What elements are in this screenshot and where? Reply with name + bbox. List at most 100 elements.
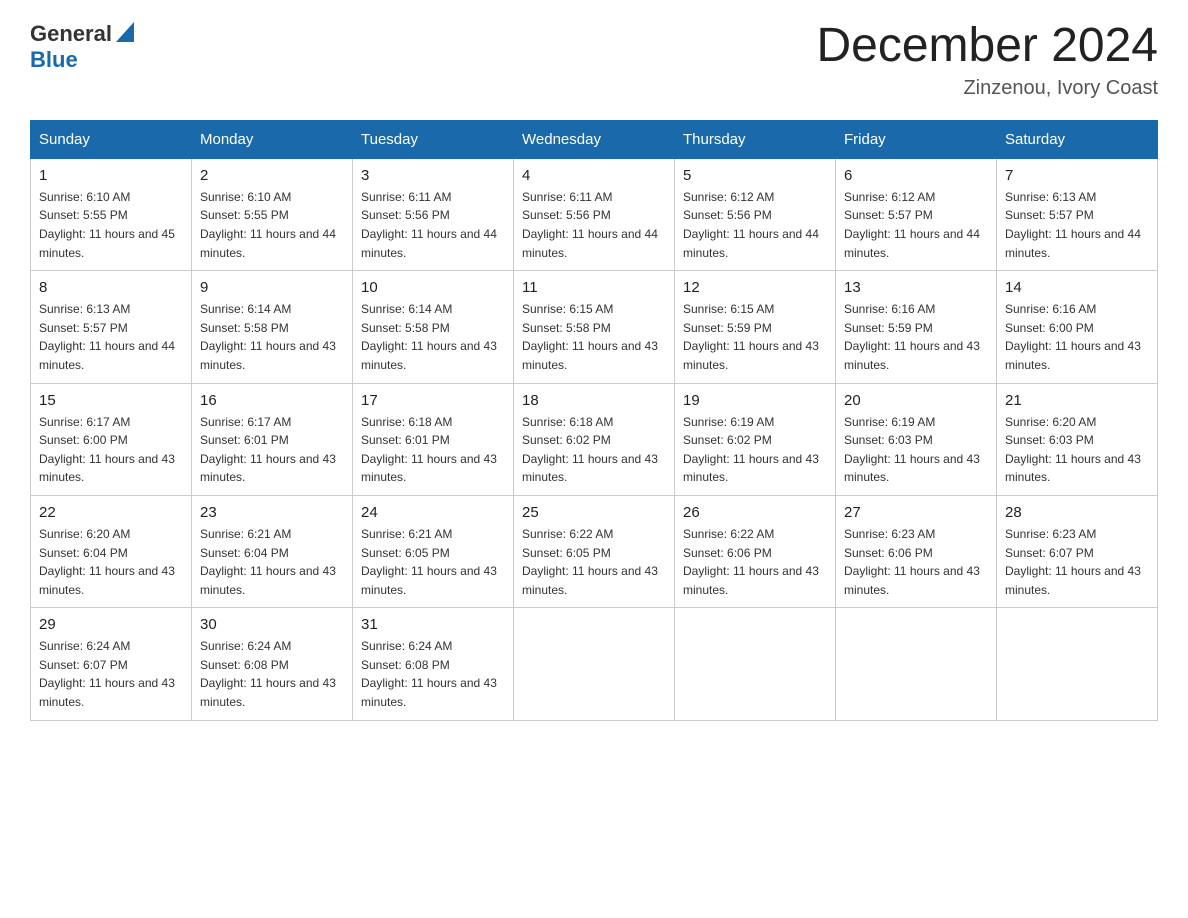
day-info: Sunrise: 6:23 AMSunset: 6:07 PMDaylight:…: [1005, 527, 1141, 597]
calendar-cell: 9 Sunrise: 6:14 AMSunset: 5:58 PMDayligh…: [192, 271, 353, 383]
day-info: Sunrise: 6:18 AMSunset: 6:02 PMDaylight:…: [522, 415, 658, 485]
day-info: Sunrise: 6:23 AMSunset: 6:06 PMDaylight:…: [844, 527, 980, 597]
day-info: Sunrise: 6:13 AMSunset: 5:57 PMDaylight:…: [1005, 190, 1141, 260]
day-info: Sunrise: 6:16 AMSunset: 6:00 PMDaylight:…: [1005, 302, 1141, 372]
calendar-cell: 6 Sunrise: 6:12 AMSunset: 5:57 PMDayligh…: [836, 158, 997, 270]
calendar-cell: 10 Sunrise: 6:14 AMSunset: 5:58 PMDaylig…: [353, 271, 514, 383]
day-number: 17: [361, 392, 505, 409]
day-info: Sunrise: 6:11 AMSunset: 5:56 PMDaylight:…: [361, 190, 497, 260]
day-info: Sunrise: 6:12 AMSunset: 5:57 PMDaylight:…: [844, 190, 980, 260]
calendar-cell: 18 Sunrise: 6:18 AMSunset: 6:02 PMDaylig…: [514, 383, 675, 495]
day-info: Sunrise: 6:14 AMSunset: 5:58 PMDaylight:…: [200, 302, 336, 372]
logo-blue-text: Blue: [30, 47, 78, 72]
calendar-cell: 1 Sunrise: 6:10 AMSunset: 5:55 PMDayligh…: [31, 158, 192, 270]
day-number: 3: [361, 167, 505, 184]
day-info: Sunrise: 6:20 AMSunset: 6:03 PMDaylight:…: [1005, 415, 1141, 485]
day-info: Sunrise: 6:24 AMSunset: 6:07 PMDaylight:…: [39, 639, 175, 709]
day-info: Sunrise: 6:10 AMSunset: 5:55 PMDaylight:…: [200, 190, 336, 260]
calendar-week-row: 8 Sunrise: 6:13 AMSunset: 5:57 PMDayligh…: [31, 271, 1158, 383]
day-info: Sunrise: 6:11 AMSunset: 5:56 PMDaylight:…: [522, 190, 658, 260]
day-number: 14: [1005, 279, 1149, 296]
location-text: Zinzenou, Ivory Coast: [816, 77, 1158, 100]
day-number: 6: [844, 167, 988, 184]
calendar-cell: 8 Sunrise: 6:13 AMSunset: 5:57 PMDayligh…: [31, 271, 192, 383]
day-info: Sunrise: 6:14 AMSunset: 5:58 PMDaylight:…: [361, 302, 497, 372]
day-number: 16: [200, 392, 344, 409]
day-number: 7: [1005, 167, 1149, 184]
calendar-cell: 11 Sunrise: 6:15 AMSunset: 5:58 PMDaylig…: [514, 271, 675, 383]
calendar-cell: 13 Sunrise: 6:16 AMSunset: 5:59 PMDaylig…: [836, 271, 997, 383]
day-number: 27: [844, 504, 988, 521]
day-number: 23: [200, 504, 344, 521]
calendar-cell: 29 Sunrise: 6:24 AMSunset: 6:07 PMDaylig…: [31, 608, 192, 720]
day-info: Sunrise: 6:17 AMSunset: 6:01 PMDaylight:…: [200, 415, 336, 485]
calendar-cell: 12 Sunrise: 6:15 AMSunset: 5:59 PMDaylig…: [675, 271, 836, 383]
day-info: Sunrise: 6:19 AMSunset: 6:03 PMDaylight:…: [844, 415, 980, 485]
day-info: Sunrise: 6:15 AMSunset: 5:59 PMDaylight:…: [683, 302, 819, 372]
calendar-cell: 28 Sunrise: 6:23 AMSunset: 6:07 PMDaylig…: [997, 495, 1158, 607]
calendar-cell: 3 Sunrise: 6:11 AMSunset: 5:56 PMDayligh…: [353, 158, 514, 270]
day-info: Sunrise: 6:15 AMSunset: 5:58 PMDaylight:…: [522, 302, 658, 372]
calendar-cell: 24 Sunrise: 6:21 AMSunset: 6:05 PMDaylig…: [353, 495, 514, 607]
day-number: 26: [683, 504, 827, 521]
logo: General Blue: [30, 20, 134, 73]
calendar-cell: 19 Sunrise: 6:19 AMSunset: 6:02 PMDaylig…: [675, 383, 836, 495]
day-number: 29: [39, 616, 183, 633]
day-info: Sunrise: 6:13 AMSunset: 5:57 PMDaylight:…: [39, 302, 175, 372]
day-number: 10: [361, 279, 505, 296]
calendar-cell: 26 Sunrise: 6:22 AMSunset: 6:06 PMDaylig…: [675, 495, 836, 607]
calendar-cell: 31 Sunrise: 6:24 AMSunset: 6:08 PMDaylig…: [353, 608, 514, 720]
day-number: 18: [522, 392, 666, 409]
calendar-week-row: 29 Sunrise: 6:24 AMSunset: 6:07 PMDaylig…: [31, 608, 1158, 720]
day-number: 19: [683, 392, 827, 409]
page-header: General Blue December 2024 Zinzenou, Ivo…: [30, 20, 1158, 100]
calendar-week-row: 1 Sunrise: 6:10 AMSunset: 5:55 PMDayligh…: [31, 158, 1158, 270]
calendar-cell: 14 Sunrise: 6:16 AMSunset: 6:00 PMDaylig…: [997, 271, 1158, 383]
day-info: Sunrise: 6:21 AMSunset: 6:04 PMDaylight:…: [200, 527, 336, 597]
day-info: Sunrise: 6:22 AMSunset: 6:06 PMDaylight:…: [683, 527, 819, 597]
day-info: Sunrise: 6:20 AMSunset: 6:04 PMDaylight:…: [39, 527, 175, 597]
header-friday: Friday: [836, 120, 997, 158]
day-info: Sunrise: 6:16 AMSunset: 5:59 PMDaylight:…: [844, 302, 980, 372]
day-info: Sunrise: 6:12 AMSunset: 5:56 PMDaylight:…: [683, 190, 819, 260]
calendar-cell: [514, 608, 675, 720]
day-number: 24: [361, 504, 505, 521]
logo-general-text: General: [30, 21, 112, 47]
day-number: 8: [39, 279, 183, 296]
calendar-header-row: SundayMondayTuesdayWednesdayThursdayFrid…: [31, 120, 1158, 158]
day-number: 28: [1005, 504, 1149, 521]
calendar-week-row: 15 Sunrise: 6:17 AMSunset: 6:00 PMDaylig…: [31, 383, 1158, 495]
day-number: 9: [200, 279, 344, 296]
calendar-cell: 16 Sunrise: 6:17 AMSunset: 6:01 PMDaylig…: [192, 383, 353, 495]
calendar-cell: 4 Sunrise: 6:11 AMSunset: 5:56 PMDayligh…: [514, 158, 675, 270]
calendar-cell: 2 Sunrise: 6:10 AMSunset: 5:55 PMDayligh…: [192, 158, 353, 270]
calendar-cell: 23 Sunrise: 6:21 AMSunset: 6:04 PMDaylig…: [192, 495, 353, 607]
day-info: Sunrise: 6:10 AMSunset: 5:55 PMDaylight:…: [39, 190, 175, 260]
day-number: 12: [683, 279, 827, 296]
day-number: 20: [844, 392, 988, 409]
day-number: 31: [361, 616, 505, 633]
calendar-cell: 25 Sunrise: 6:22 AMSunset: 6:05 PMDaylig…: [514, 495, 675, 607]
calendar-cell: [675, 608, 836, 720]
calendar-cell: [997, 608, 1158, 720]
day-number: 11: [522, 279, 666, 296]
calendar-table: SundayMondayTuesdayWednesdayThursdayFrid…: [30, 120, 1158, 721]
day-number: 30: [200, 616, 344, 633]
day-info: Sunrise: 6:24 AMSunset: 6:08 PMDaylight:…: [200, 639, 336, 709]
calendar-cell: 22 Sunrise: 6:20 AMSunset: 6:04 PMDaylig…: [31, 495, 192, 607]
calendar-cell: 30 Sunrise: 6:24 AMSunset: 6:08 PMDaylig…: [192, 608, 353, 720]
month-title: December 2024: [816, 20, 1158, 73]
day-info: Sunrise: 6:21 AMSunset: 6:05 PMDaylight:…: [361, 527, 497, 597]
day-number: 22: [39, 504, 183, 521]
calendar-cell: 5 Sunrise: 6:12 AMSunset: 5:56 PMDayligh…: [675, 158, 836, 270]
calendar-week-row: 22 Sunrise: 6:20 AMSunset: 6:04 PMDaylig…: [31, 495, 1158, 607]
day-number: 4: [522, 167, 666, 184]
day-info: Sunrise: 6:17 AMSunset: 6:00 PMDaylight:…: [39, 415, 175, 485]
header-sunday: Sunday: [31, 120, 192, 158]
day-info: Sunrise: 6:19 AMSunset: 6:02 PMDaylight:…: [683, 415, 819, 485]
day-number: 25: [522, 504, 666, 521]
calendar-cell: 15 Sunrise: 6:17 AMSunset: 6:00 PMDaylig…: [31, 383, 192, 495]
day-info: Sunrise: 6:18 AMSunset: 6:01 PMDaylight:…: [361, 415, 497, 485]
day-info: Sunrise: 6:22 AMSunset: 6:05 PMDaylight:…: [522, 527, 658, 597]
header-thursday: Thursday: [675, 120, 836, 158]
